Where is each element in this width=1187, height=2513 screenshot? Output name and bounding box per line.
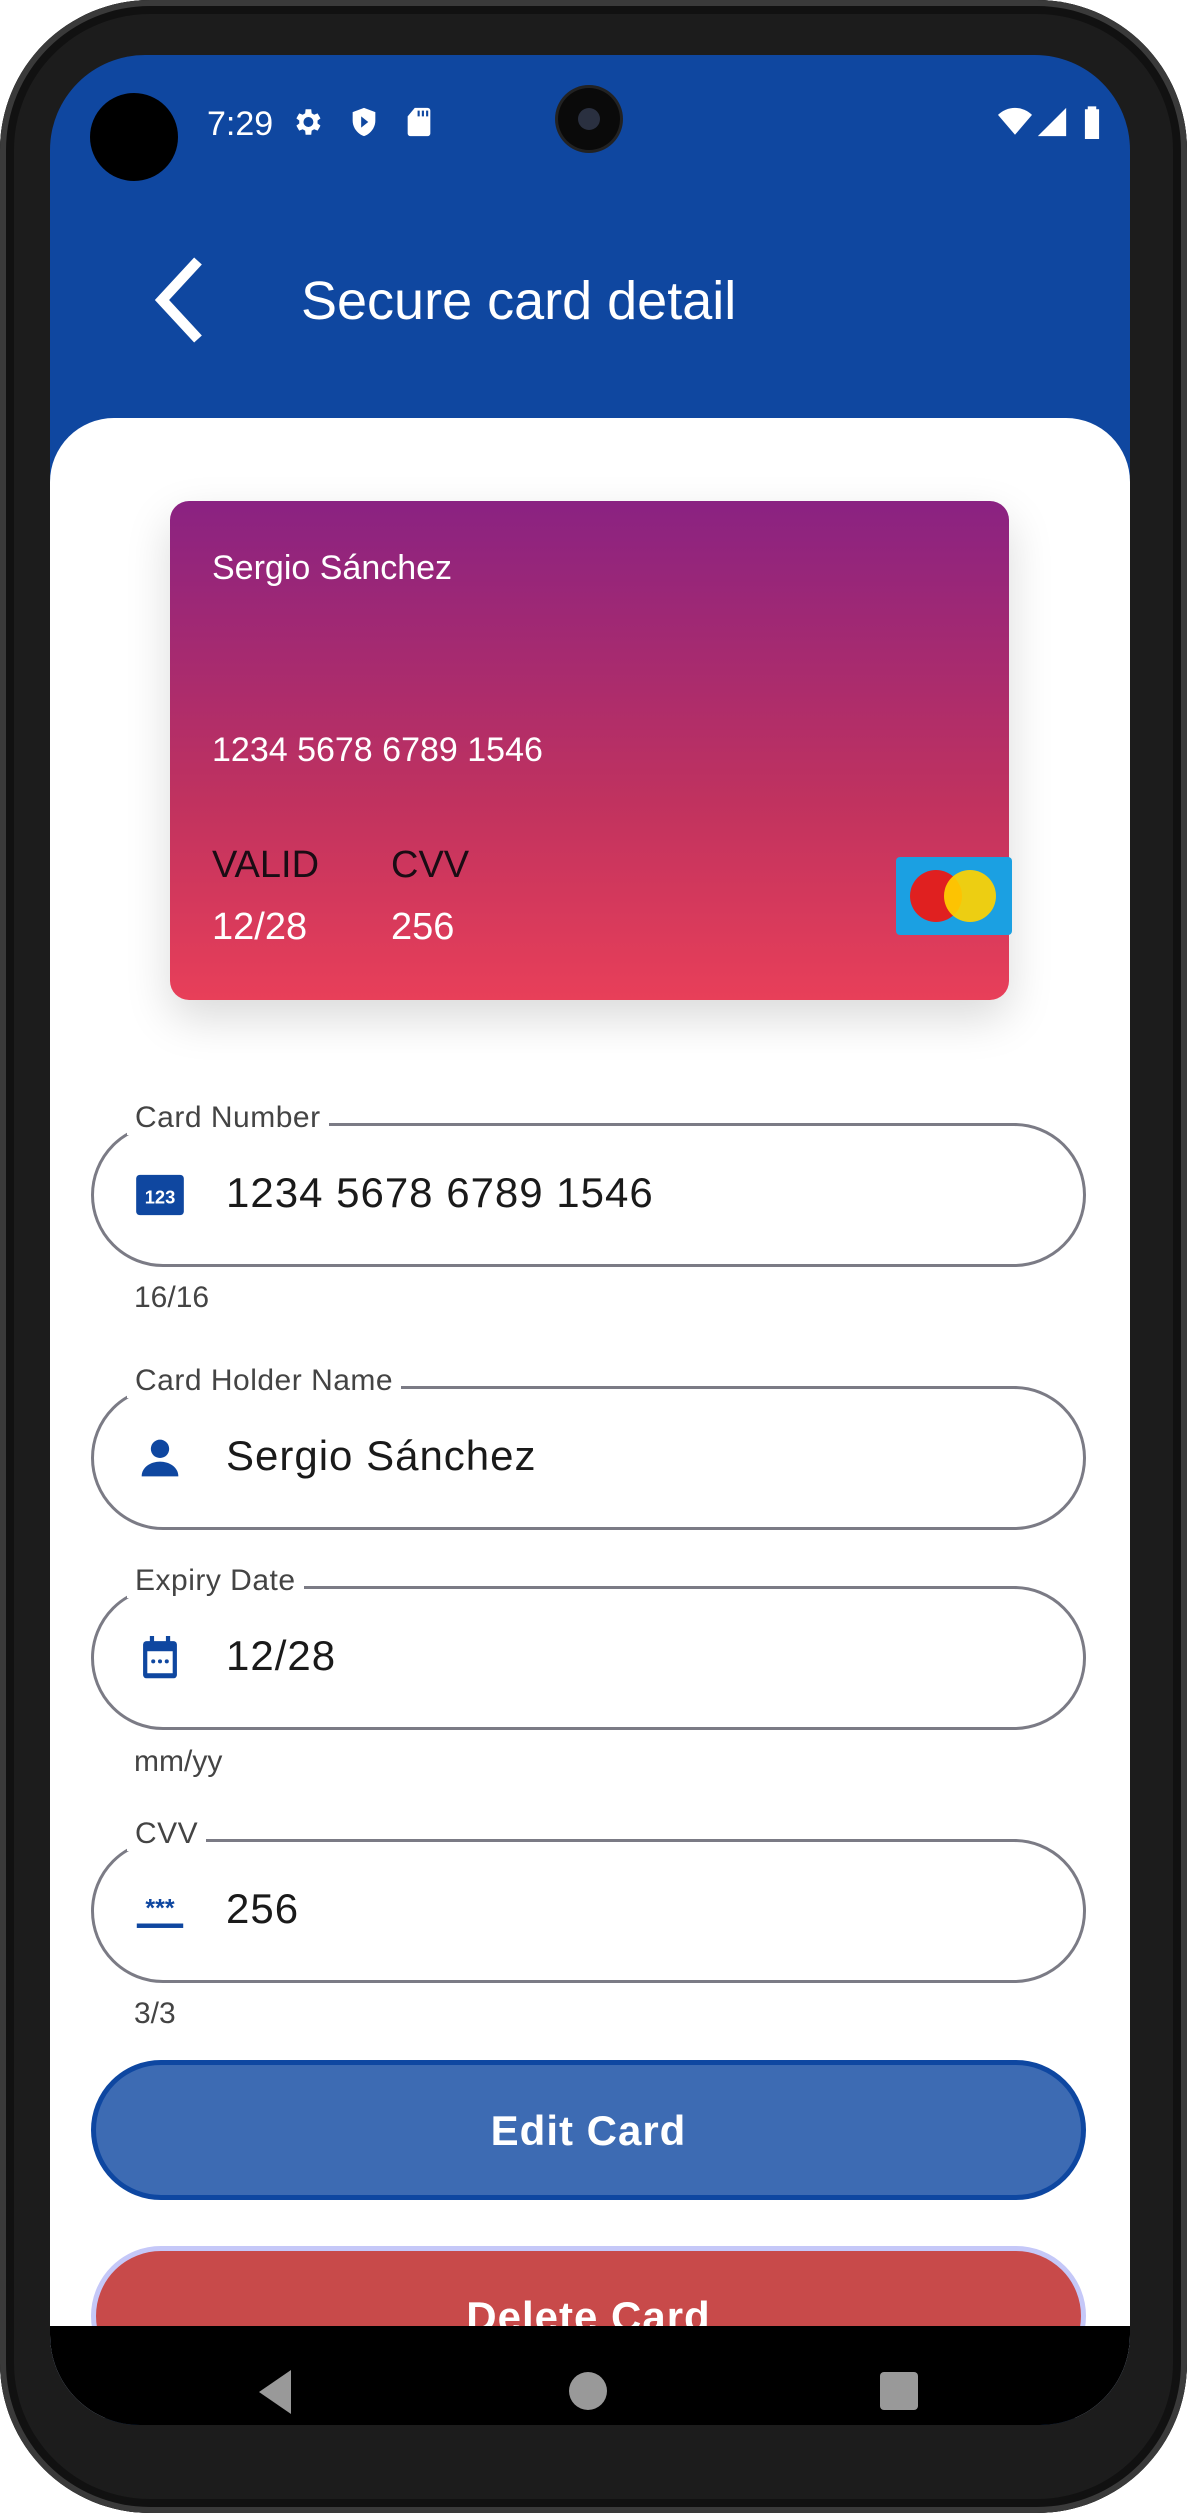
mastercard-logo	[896, 857, 1012, 935]
back-button[interactable]	[145, 255, 215, 345]
card-number-label: Card Number	[127, 1101, 329, 1135]
card-holder: Sergio Sánchez	[212, 549, 453, 587]
phone-frame: 7:29 Secure card detail Sergio Sánchez 1…	[0, 0, 1187, 2513]
cvv-value: 256	[391, 906, 455, 948]
expiry-date-input[interactable]: 12/28	[226, 1632, 336, 1680]
card-holder-field[interactable]: Card Holder Name Sergio Sánchez	[91, 1364, 1086, 1530]
gear-icon	[296, 109, 321, 135]
card-number: 1234 5678 6789 1546	[212, 731, 543, 769]
screen: 7:29 Secure card detail Sergio Sánchez 1…	[50, 55, 1130, 2425]
status-time: 7:29	[207, 105, 274, 143]
cvv-label: CVV	[391, 844, 470, 886]
navigation-bar	[50, 2326, 1130, 2425]
card-number-input[interactable]: 1234 5678 6789 1546	[226, 1169, 654, 1217]
password-icon: ***	[136, 1894, 184, 1928]
nav-back-icon[interactable]	[255, 2368, 295, 2416]
numbers-icon: 123	[136, 1174, 184, 1216]
cvv-counter: 3/3	[134, 1997, 176, 2030]
nav-home-icon[interactable]	[569, 2372, 607, 2410]
battery-icon	[1084, 106, 1100, 139]
valid-label: VALID	[212, 844, 320, 886]
sd-card-icon	[407, 107, 431, 137]
page-title: Secure card detail	[301, 271, 737, 331]
svg-text:***: ***	[145, 1894, 174, 1922]
credit-card-preview: Sergio Sánchez 1234 5678 6789 1546 VALID…	[170, 501, 1012, 1000]
calendar-icon	[143, 1636, 177, 1679]
expiry-date-label: Expiry Date	[127, 1564, 304, 1598]
cvv-field[interactable]: CVV *** 256	[91, 1817, 1086, 1983]
person-icon	[141, 1439, 179, 1477]
edit-card-button[interactable]: Edit Card	[91, 2060, 1086, 2200]
nav-recents-icon[interactable]	[880, 2372, 918, 2410]
expiry-date-field[interactable]: Expiry Date 12/28	[91, 1564, 1086, 1730]
card-holder-label: Card Holder Name	[127, 1364, 402, 1398]
cvv-input[interactable]: 256	[226, 1885, 299, 1933]
cvv-field-label: CVV	[127, 1817, 207, 1851]
wifi-icon	[998, 107, 1032, 135]
status-bar: 7:29	[50, 55, 1130, 181]
punch-hole	[90, 93, 178, 181]
card-number-counter: 16/16	[134, 1281, 210, 1314]
signal-icon	[1037, 107, 1067, 137]
valid-value: 12/28	[212, 906, 308, 948]
card-holder-input[interactable]: Sergio Sánchez	[226, 1432, 537, 1480]
expiry-format-hint: mm/yy	[134, 1745, 223, 1778]
shield-play-icon	[352, 107, 376, 137]
card-number-field[interactable]: Card Number 123 1234 5678 6789 1546	[91, 1101, 1086, 1267]
svg-text:123: 123	[145, 1186, 176, 1207]
front-camera	[558, 88, 620, 150]
